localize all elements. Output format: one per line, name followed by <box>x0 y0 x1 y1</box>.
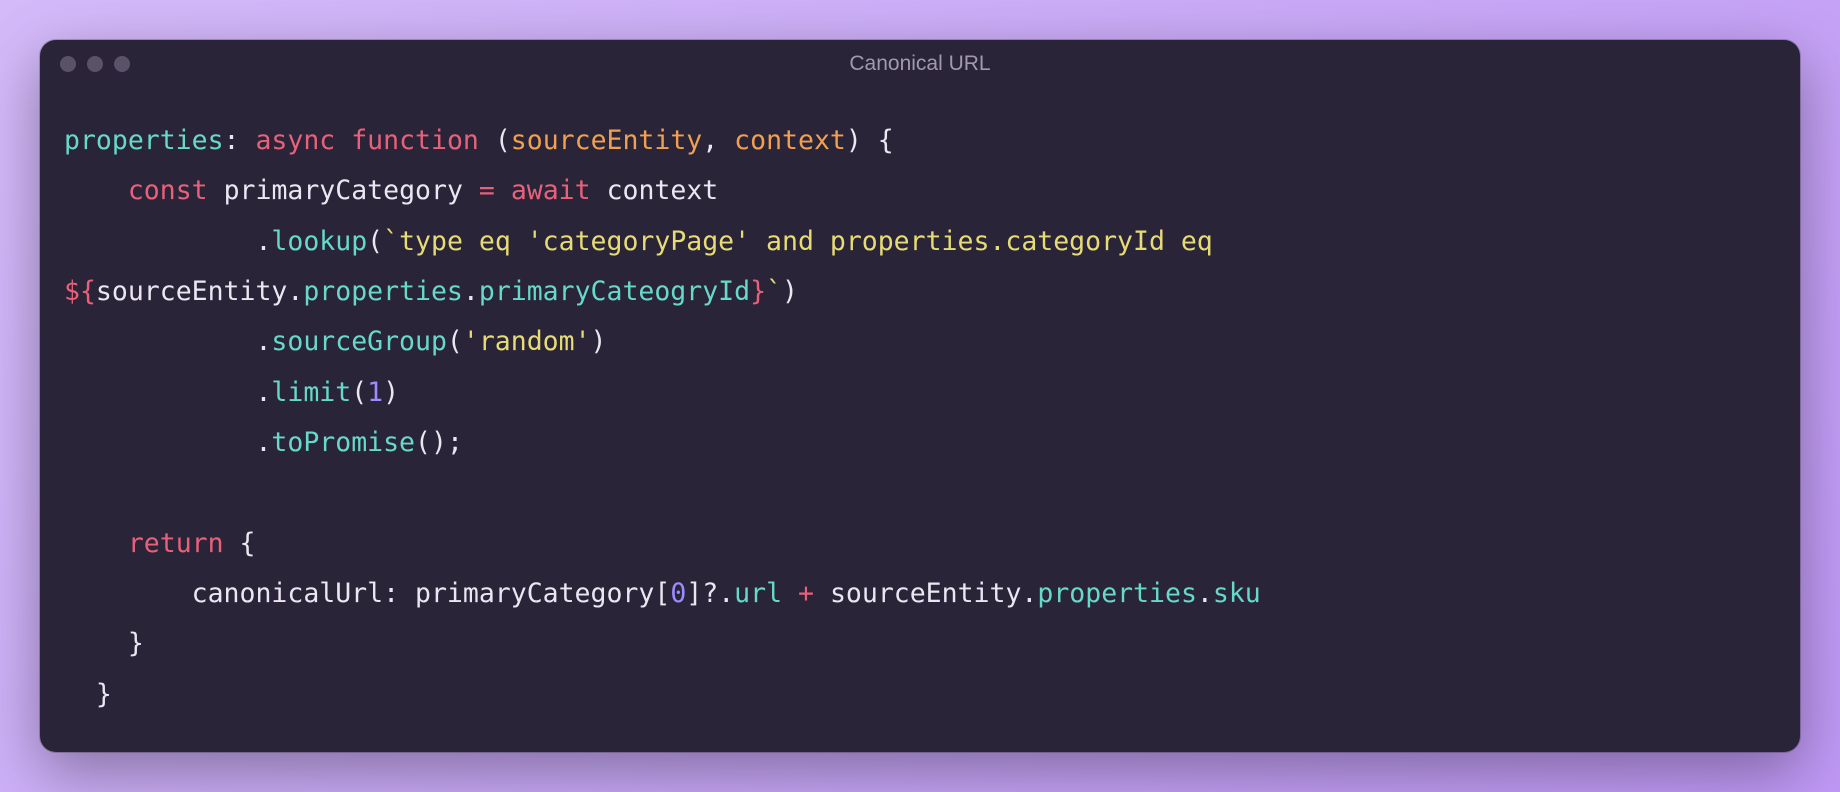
code-token: properties <box>303 276 463 307</box>
code-token: properties <box>64 125 224 156</box>
code-token: toPromise <box>271 427 415 458</box>
code-token: canonicalUrl <box>192 578 383 609</box>
code-token: ?. <box>702 578 734 609</box>
code-token: ` <box>383 226 399 257</box>
code-token: . <box>1197 578 1213 609</box>
code-token: ] <box>686 578 702 609</box>
code-token <box>64 175 128 206</box>
code-token: limit <box>271 377 351 408</box>
code-token <box>64 377 255 408</box>
code-token: ( <box>447 326 463 357</box>
code-token: ) <box>431 427 447 458</box>
code-token: 'random' <box>463 326 591 357</box>
code-token: ; <box>447 427 463 458</box>
code-token: + <box>798 578 814 609</box>
code-token: ) <box>846 125 862 156</box>
zoom-icon[interactable] <box>114 56 130 72</box>
code-token: ( <box>495 125 511 156</box>
code-token <box>64 578 192 609</box>
code-token: async <box>255 125 335 156</box>
code-token: } <box>96 679 112 710</box>
code-token: const <box>128 175 208 206</box>
code-token: sourceEntity <box>96 276 287 307</box>
code-token <box>862 125 878 156</box>
code-token <box>64 528 128 559</box>
code-token <box>224 528 240 559</box>
code-token: primaryCateogryId <box>479 276 750 307</box>
code-token <box>64 226 255 257</box>
code-token: await <box>511 175 591 206</box>
code-token: sku <box>1213 578 1261 609</box>
traffic-lights <box>60 56 130 72</box>
code-token <box>64 427 255 458</box>
code-token: properties <box>1037 578 1197 609</box>
code-token: 0 <box>670 578 686 609</box>
code-token: . <box>287 276 303 307</box>
code-token: sourceEntity <box>511 125 702 156</box>
code-token: { <box>878 125 894 156</box>
code-token: ${ <box>64 276 96 307</box>
code-token: sourceGroup <box>271 326 447 357</box>
code-token: return <box>128 528 224 559</box>
code-token: ) <box>383 377 399 408</box>
code-token: , <box>702 125 734 156</box>
code-token: { <box>240 528 256 559</box>
code-token: primaryCategory <box>224 175 463 206</box>
code-token <box>64 679 96 710</box>
code-token: url <box>734 578 782 609</box>
code-token: context <box>734 125 846 156</box>
code-token: . <box>255 326 271 357</box>
code-token: . <box>255 427 271 458</box>
code-token: . <box>1021 578 1037 609</box>
code-token <box>782 578 798 609</box>
code-token: lookup <box>271 226 367 257</box>
code-token: [ <box>654 578 670 609</box>
code-token: sourceEntity <box>830 578 1021 609</box>
code-token: } <box>128 628 144 659</box>
code-token: ` <box>766 276 782 307</box>
code-token: } <box>750 276 766 307</box>
code-token: context <box>607 175 719 206</box>
code-token: type eq 'categoryPage' and properties.ca… <box>399 226 1229 257</box>
code-token: primaryCategory <box>415 578 654 609</box>
code-window: Canonical URL properties: async function… <box>40 40 1800 752</box>
window-title: Canonical URL <box>40 52 1800 76</box>
close-icon[interactable] <box>60 56 76 72</box>
code-token: function <box>351 125 479 156</box>
code-token <box>64 326 255 357</box>
code-token <box>463 175 479 206</box>
code-token: : <box>224 125 256 156</box>
code-token <box>335 125 351 156</box>
code-token <box>814 578 830 609</box>
code-token: = <box>479 175 495 206</box>
code-token: ( <box>351 377 367 408</box>
code-token <box>591 175 607 206</box>
code-token: : <box>383 578 415 609</box>
code-token: . <box>463 276 479 307</box>
code-token: ) <box>591 326 607 357</box>
code-token <box>479 125 495 156</box>
minimize-icon[interactable] <box>87 56 103 72</box>
code-token: . <box>255 226 271 257</box>
code-token: ( <box>367 226 383 257</box>
code-token: ) <box>782 276 798 307</box>
code-token: 1 <box>367 377 383 408</box>
code-token <box>64 628 128 659</box>
code-token: ( <box>415 427 431 458</box>
code-token <box>208 175 224 206</box>
code-token: . <box>255 377 271 408</box>
code-editor[interactable]: properties: async function (sourceEntity… <box>40 88 1800 752</box>
code-token <box>495 175 511 206</box>
window-titlebar: Canonical URL <box>40 40 1800 88</box>
